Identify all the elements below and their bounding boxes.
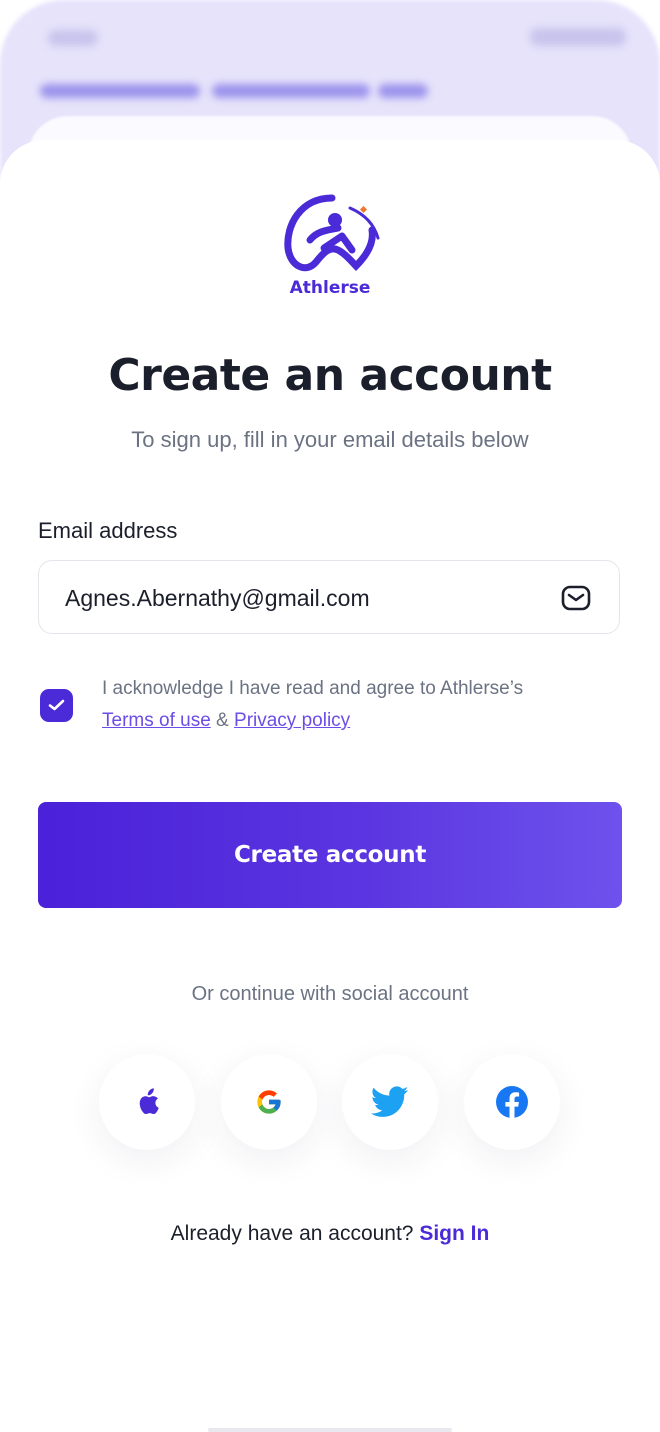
brand-name: Athlerse [289, 278, 371, 298]
facebook-signin-button[interactable] [464, 1054, 560, 1150]
email-label: Email address [38, 518, 178, 543]
signin-prompt: Already have an account? Sign In [0, 1222, 660, 1246]
signin-prompt-text: Already have an account? [170, 1222, 414, 1245]
background-status-time [48, 30, 98, 46]
page-subtitle: To sign up, fill in your email details b… [131, 427, 529, 452]
terms-of-use-link[interactable]: Terms of use [102, 710, 211, 731]
sign-in-link[interactable]: Sign In [419, 1222, 489, 1245]
google-signin-button[interactable] [221, 1054, 317, 1150]
consent-checkbox[interactable] [40, 689, 73, 722]
background-bar [378, 84, 428, 98]
background-status-icons [530, 28, 626, 46]
background-bar [40, 84, 200, 98]
apple-signin-button[interactable] [99, 1054, 195, 1150]
apple-icon [139, 1088, 159, 1115]
google-icon [257, 1090, 281, 1114]
mail-icon [561, 585, 591, 611]
privacy-policy-link[interactable]: Privacy policy [234, 710, 350, 731]
email-value[interactable]: Agnes.Abernathy@gmail.com [65, 585, 370, 612]
background-bar [212, 84, 370, 98]
checkmark-icon [48, 699, 65, 711]
consent-separator: & [216, 710, 229, 731]
page-title: Create an account [108, 350, 552, 401]
consent-text: I acknowledge I have read and agree to A… [102, 678, 524, 699]
facebook-icon [496, 1086, 528, 1118]
social-caption: Or continue with social account [191, 983, 469, 1005]
twitter-signin-button[interactable] [342, 1054, 438, 1150]
home-indicator [208, 1428, 452, 1432]
email-field[interactable]: Agnes.Abernathy@gmail.com [38, 560, 620, 634]
consent-links: Terms of use & Privacy policy [102, 710, 350, 732]
twitter-icon [371, 1086, 409, 1117]
create-account-button[interactable]: Create account [38, 802, 622, 908]
